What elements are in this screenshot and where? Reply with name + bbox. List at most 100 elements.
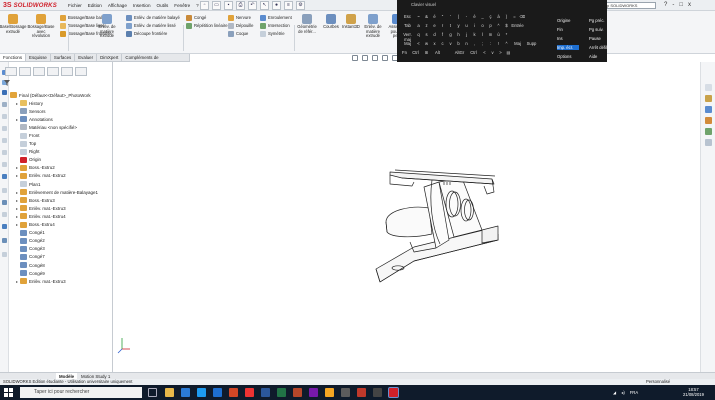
- tree-item[interactable]: Plan1: [10, 180, 113, 188]
- options-gear-icon[interactable]: ⚙: [296, 1, 305, 10]
- keyboard-key[interactable]: ç: [487, 14, 494, 19]
- tree-item[interactable]: ▸ Boss.-Extru4: [10, 221, 113, 229]
- minimize-icon[interactable]: -: [672, 1, 674, 10]
- lights-icon[interactable]: [2, 212, 7, 217]
- undo-icon[interactable]: ↶: [248, 1, 257, 10]
- keyboard-key[interactable]: Pg suiv.: [589, 27, 611, 32]
- tree-item[interactable]: ▸ Enlèv. mat.-Extru2: [10, 172, 113, 180]
- edge-app-icon[interactable]: [181, 388, 190, 397]
- keyboard-key[interactable]: Tab: [401, 23, 414, 28]
- app-icon[interactable]: [341, 388, 350, 397]
- tree-item[interactable]: ▸ Enlèvement de matière-Balayage1: [10, 188, 113, 196]
- boss-extrude-button[interactable]: Base/Bossage extrudé: [0, 14, 27, 34]
- keyboard-key[interactable]: ▤: [505, 50, 512, 55]
- keyboard-key[interactable]: Options: [557, 54, 579, 59]
- keyboard-key[interactable]: Ins: [557, 36, 579, 41]
- tab-1[interactable]: Esquisse: [26, 54, 51, 61]
- rebuild-icon[interactable]: ●: [272, 1, 281, 10]
- ribbon-small-button[interactable]: Symétrie: [260, 31, 285, 37]
- keyboard-key[interactable]: z: [423, 23, 430, 28]
- app-icon[interactable]: [373, 388, 382, 397]
- tree-item[interactable]: Congé2: [10, 237, 113, 245]
- tab-3[interactable]: Evaluer: [75, 54, 98, 61]
- view-settings-icon[interactable]: [2, 174, 7, 179]
- acrobat-app-icon[interactable]: [357, 388, 366, 397]
- menu-item-1[interactable]: Edition: [88, 2, 102, 10]
- zoom-to-area-icon[interactable]: [362, 55, 368, 61]
- keyboard-key[interactable]: <: [415, 41, 422, 46]
- new-file-icon[interactable]: ▫: [200, 1, 209, 10]
- view-palette-icon[interactable]: [705, 117, 712, 124]
- keyboard-key[interactable]: ): [503, 14, 510, 19]
- keyboard-key[interactable]: v: [447, 41, 454, 46]
- keyboard-key[interactable]: AltGr: [453, 50, 466, 55]
- keyboard-key[interactable]: x: [431, 41, 438, 46]
- keyboard-key[interactable]: _: [479, 14, 486, 19]
- keyboard-key[interactable]: ;: [479, 41, 486, 46]
- menu-item-5[interactable]: Fenêtre: [174, 2, 190, 10]
- tree-item[interactable]: Sensors: [10, 107, 113, 115]
- hide-show-icon[interactable]: [2, 138, 7, 143]
- keyboard-key[interactable]: é: [431, 14, 438, 19]
- dimxpert-tab-icon[interactable]: [47, 67, 59, 76]
- tree-item[interactable]: Congé1: [10, 229, 113, 237]
- keyboard-key[interactable]: ,: [471, 41, 478, 46]
- ribbon-small-button[interactable]: Découpe frontière: [126, 31, 167, 37]
- keyboard-key[interactable]: !: [495, 41, 502, 46]
- word-app-icon[interactable]: [261, 388, 270, 397]
- appearances-icon[interactable]: [705, 128, 712, 135]
- perspective-icon[interactable]: [2, 252, 7, 257]
- store-app-icon[interactable]: [197, 388, 206, 397]
- section-view-icon[interactable]: [382, 55, 388, 61]
- taskbar-search-input[interactable]: Taper ici pour rechercher: [20, 387, 142, 398]
- vlc-app-icon[interactable]: [325, 388, 334, 397]
- keyboard-key[interactable]: Imp. écr.: [557, 45, 579, 50]
- tree-item[interactable]: Congé7: [10, 253, 113, 261]
- keyboard-key[interactable]: ⊞: [423, 50, 430, 55]
- file-explorer-icon[interactable]: [705, 106, 712, 113]
- volume-icon[interactable]: ◂): [621, 390, 625, 395]
- display-manager-tab-icon[interactable]: [61, 67, 73, 76]
- keyboard-key[interactable]: c: [439, 41, 446, 46]
- tree-item[interactable]: ▸ Enlèv. mat.-Extru3: [10, 277, 113, 285]
- keyboard-key[interactable]: Ctrl: [467, 50, 480, 55]
- mail-app-icon[interactable]: [213, 388, 222, 397]
- section-icon[interactable]: [2, 114, 7, 119]
- keyboard-key[interactable]: ^: [495, 23, 502, 28]
- powerpoint-app-icon[interactable]: [293, 388, 302, 397]
- keyboard-key[interactable]: ": [439, 14, 446, 19]
- tree-item[interactable]: ▸ Boss.-Extru2: [10, 164, 113, 172]
- cut-extrude-button[interactable]: Enlèv. de matière extrudé: [362, 14, 384, 39]
- keyboard-key[interactable]: e: [431, 23, 438, 28]
- ribbon-small-button[interactable]: Congé: [186, 15, 206, 21]
- keyboard-key[interactable]: n: [463, 41, 470, 46]
- tree-item[interactable]: Right: [10, 148, 113, 156]
- keyboard-key[interactable]: &: [423, 14, 430, 19]
- keyboard-key[interactable]: b: [455, 41, 462, 46]
- keyboard-key[interactable]: Esc: [401, 14, 414, 19]
- keyboard-key[interactable]: $: [503, 23, 510, 28]
- ribbon-small-button[interactable]: Enroulement: [260, 15, 292, 21]
- tree-item[interactable]: ▸ Enlèv. mat.-Extru4: [10, 212, 113, 220]
- keyboard-key[interactable]: Ctrl: [409, 50, 422, 55]
- curves-button[interactable]: Courbes: [320, 14, 342, 30]
- keyboard-key[interactable]: [445, 50, 452, 55]
- keyboard-key[interactable]: Entrée: [511, 23, 524, 28]
- solidworks-logo[interactable]: 3S SOLIDWORKS: [3, 2, 57, 10]
- excel-app-icon[interactable]: [277, 388, 286, 397]
- ribbon-small-button[interactable]: Enlèv. de matière lissé: [126, 23, 176, 29]
- tree-item[interactable]: ▸ History: [10, 99, 113, 107]
- tree-item[interactable]: Origin: [10, 156, 113, 164]
- keyboard-key[interactable]: r: [439, 23, 446, 28]
- tree-item[interactable]: ▸ Boss.-Extru3: [10, 196, 113, 204]
- keyboard-key[interactable]: w: [423, 41, 430, 46]
- tree-root[interactable]: Final (Défaut<<Défaut>_PhotoWork: [10, 91, 113, 99]
- zoom-to-fit-icon[interactable]: [352, 55, 358, 61]
- onenote-app-icon[interactable]: [309, 388, 318, 397]
- solidworks-resources-icon[interactable]: [705, 84, 712, 91]
- ribbon-small-button[interactable]: Intersection: [260, 23, 290, 29]
- revolve-button[interactable]: Bossage/Base avec révolution: [28, 14, 55, 39]
- previous-view-icon[interactable]: [372, 55, 378, 61]
- tree-item[interactable]: Congé9: [10, 269, 113, 277]
- keyboard-key[interactable]: Origine: [557, 18, 579, 23]
